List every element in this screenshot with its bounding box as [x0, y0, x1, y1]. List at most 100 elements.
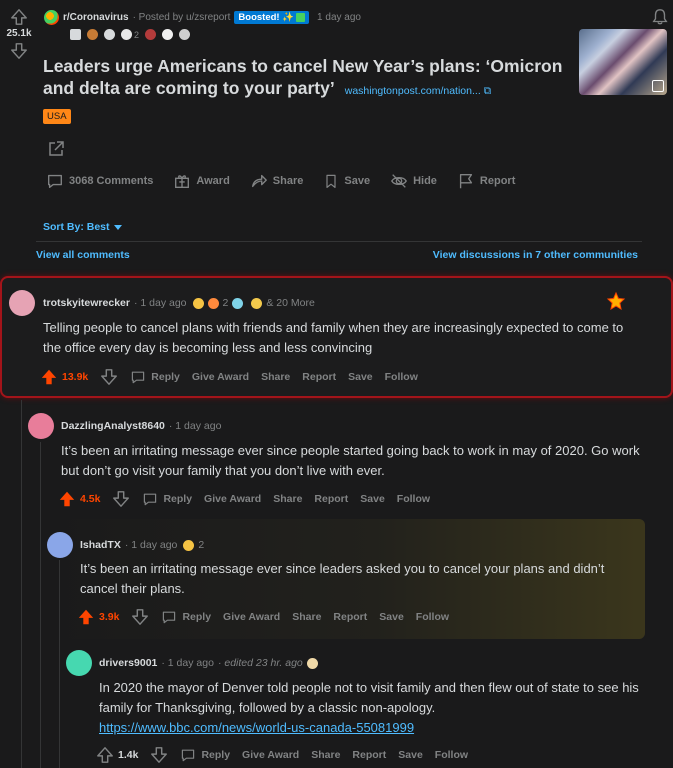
post-flair[interactable]: USA [43, 109, 71, 124]
give-award-button[interactable]: Give Award [242, 749, 299, 761]
upvote-icon[interactable] [58, 490, 76, 508]
give-award-button[interactable]: Give Award [223, 611, 280, 623]
award-icon [251, 297, 263, 309]
reply-button[interactable]: Reply [142, 491, 192, 507]
view-discussions-link[interactable]: View discussions in 7 other communities [433, 249, 638, 261]
comment-icon [48, 174, 62, 188]
upvote-icon[interactable] [4, 8, 34, 26]
share-icon [251, 174, 267, 188]
downvote-icon[interactable] [100, 368, 118, 386]
comment-score: 1.4k [118, 749, 139, 761]
upvote-icon[interactable] [77, 608, 95, 626]
comment-icon [163, 611, 176, 624]
upvote-icon[interactable] [40, 368, 58, 386]
post-link[interactable]: washingtonpost.com/nation... ⧉ [345, 85, 491, 97]
comment-body: Telling people to cancel plans with frie… [43, 320, 624, 355]
award-icon [104, 29, 115, 40]
comment-body: It’s been an irritating message ever sin… [80, 561, 605, 596]
share-button[interactable]: Share [311, 749, 340, 761]
share-button[interactable]: Share [273, 493, 302, 505]
subreddit-icon[interactable] [44, 10, 59, 25]
avatar[interactable] [28, 413, 54, 439]
comment-icon [182, 749, 195, 762]
comment-actions: 13.9k Reply Give Award Share Report Save… [40, 368, 418, 386]
reply-button[interactable]: Reply [161, 609, 211, 625]
divider [36, 241, 642, 242]
view-all-comments-link[interactable]: View all comments [36, 249, 130, 261]
check-icon [296, 12, 306, 22]
sort-dropdown[interactable]: Sort By: Best [43, 221, 122, 233]
post-title[interactable]: Leaders urge Americans to cancel New Yea… [43, 55, 563, 102]
give-award-button[interactable]: Give Award [192, 371, 249, 383]
eye-off-icon [391, 174, 408, 188]
reply-button[interactable]: Reply [180, 747, 230, 763]
post-vote-column: 25.1k [4, 8, 34, 60]
share-button[interactable]: Share [261, 371, 290, 383]
comment-author: trotskyitewrecker · 1 day ago 2 & 20 Mor… [43, 297, 315, 309]
post-thumbnail[interactable] [579, 29, 667, 95]
external-link-icon: ⧉ [483, 85, 492, 97]
follow-button[interactable]: Follow [416, 611, 449, 623]
comment-author: IshadTX · 1 day ago 2 [80, 539, 205, 551]
hide-button[interactable]: Hide [390, 172, 437, 190]
follow-button[interactable]: Follow [435, 749, 468, 761]
downvote-icon[interactable] [131, 608, 149, 626]
flag-icon [459, 174, 472, 189]
award-icon [207, 297, 219, 309]
award-icon [87, 29, 98, 40]
downvote-icon[interactable] [150, 746, 168, 764]
award-icon [121, 29, 132, 40]
post-awards[interactable]: 2 [70, 29, 191, 40]
report-button[interactable]: Report [352, 749, 386, 761]
comment-icon [144, 493, 157, 506]
notification-bell-icon[interactable] [651, 8, 669, 26]
downvote-icon[interactable] [112, 490, 130, 508]
post-time: 1 day ago [317, 12, 361, 23]
report-button[interactable]: Report [333, 611, 367, 623]
save-button[interactable]: Save [398, 749, 423, 761]
follow-button[interactable]: Follow [397, 493, 430, 505]
award-icon [70, 29, 81, 40]
share-button[interactable]: Share [250, 172, 303, 190]
comment-author: DazzlingAnalyst8640 · 1 day ago [61, 420, 222, 432]
follow-button[interactable]: Follow [385, 371, 418, 383]
star-award-icon [606, 291, 626, 311]
award-icon [162, 29, 174, 40]
bookmark-icon [326, 174, 336, 188]
downvote-icon[interactable] [4, 42, 34, 60]
share-button[interactable]: Share [292, 611, 321, 623]
thread-line[interactable] [40, 442, 41, 768]
reply-button[interactable]: Reply [130, 369, 180, 385]
thread-line[interactable] [21, 400, 22, 768]
comment-body: It’s been an irritating message ever sin… [61, 443, 640, 478]
give-award-button[interactable]: Give Award [204, 493, 261, 505]
avatar[interactable] [9, 290, 35, 316]
comment-link[interactable]: https://www.bbc.com/news/world-us-canada… [99, 720, 414, 735]
upvote-icon[interactable] [96, 746, 114, 764]
avatar[interactable] [66, 650, 92, 676]
comments-button[interactable]: 3068 Comments [46, 172, 153, 190]
award-icon [232, 297, 244, 309]
comment-icon [132, 371, 145, 384]
chevron-down-icon [113, 224, 122, 230]
save-button[interactable]: Save [360, 493, 385, 505]
award-count: 2 [134, 29, 140, 40]
post-actions: 3068 Comments Award Share Save Hide Repo… [46, 172, 515, 190]
open-link-icon[interactable] [46, 139, 66, 159]
award-button[interactable]: Award [173, 172, 230, 190]
comment-author: drivers9001 · 1 day ago · edited 23 hr. … [99, 657, 318, 669]
gift-icon [175, 175, 190, 188]
report-button[interactable]: Report [302, 371, 336, 383]
comment-body: In 2020 the mayor of Denver told people … [99, 680, 639, 735]
avatar[interactable] [47, 532, 73, 558]
award-icon [306, 657, 318, 669]
comment-score: 4.5k [80, 493, 101, 505]
save-button[interactable]: Save [379, 611, 404, 623]
external-link-icon [652, 80, 664, 92]
save-button[interactable]: Save [348, 371, 373, 383]
posted-by[interactable]: · Posted by u/zsreport [133, 12, 231, 23]
report-button[interactable]: Report [457, 172, 515, 190]
save-button[interactable]: Save [323, 172, 370, 190]
subreddit-link[interactable]: r/Coronavirus [63, 12, 129, 23]
report-button[interactable]: Report [314, 493, 348, 505]
